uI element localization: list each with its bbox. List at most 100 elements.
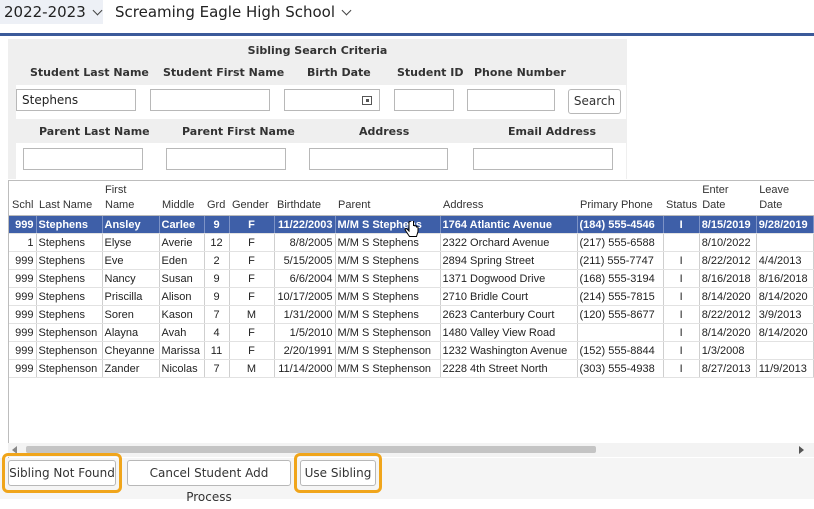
table-cell: M/M S Stephenson [335,341,441,360]
table-cell: 11/9/2013 [756,359,814,378]
table-cell: F [229,269,275,288]
table-header-row: Schl Last Name First Name Middle Grd Gender Bi… [9,181,814,216]
table-row[interactable]: 999 Stephens Soren Kason 7 M 1/31/2000 M/M S St… [9,305,814,324]
address-label: Address [359,125,410,138]
column-header[interactable]: Birthdate [274,181,335,216]
table-cell: 1764 Atlantic Avenue [440,215,578,234]
table-cell: M/M S Stephens [335,215,441,234]
table-cell: M [229,359,275,378]
column-header[interactable]: Leave Date [756,181,814,216]
table-cell: Zander [102,359,160,378]
chevron-down-icon [92,5,103,16]
table-cell: 1232 Washington Avenue [440,341,578,360]
year-selector[interactable]: 2022-2023 [0,0,103,24]
table-cell: 999 [9,323,37,342]
column-header[interactable]: Middle [159,181,204,216]
table-cell: I [663,269,700,288]
table-cell: Carlee [159,215,205,234]
table-cell: 999 [9,251,37,270]
use-sibling-button[interactable]: Use Sibling [300,460,376,486]
table-cell: Elyse [102,233,160,252]
column-header[interactable]: Parent [335,181,440,216]
table-cell: Stephens [36,287,103,306]
table-cell: (168) 555-3194 [577,269,664,288]
table-cell: (120) 555-8677 [577,305,664,324]
phone-number-input[interactable] [467,89,555,111]
sibling-not-found-button[interactable]: Sibling Not Found [8,460,116,486]
table-row[interactable]: 999 Stephenson Zander Nicolas 7 M 11/14/2000 M/… [9,359,814,378]
table-cell: M/M S Stephens [335,305,441,324]
table-cell: I [663,359,700,378]
table-row[interactable]: 999 Stephenson Alayna Avah 4 F 1/5/2010 M/M S S… [9,323,814,342]
column-header[interactable]: Enter Date [699,181,757,216]
table-cell: Avah [159,323,205,342]
table-cell: M/M S Stephens [335,233,441,252]
search-button[interactable]: Search [568,89,621,114]
table-cell: 9 [204,287,230,306]
table-cell: M/M S Stephens [335,251,441,270]
scrollbar-thumb[interactable] [26,446,596,453]
student-id-input[interactable] [394,89,454,111]
table-cell: 999 [9,269,37,288]
table-row[interactable]: 999 Stephens Eve Eden 2 F 5/15/2005 M/M S Steph… [9,251,814,270]
column-header[interactable]: Schl [9,181,36,216]
table-cell: 999 [9,287,37,306]
table-cell: Eden [159,251,205,270]
email-address-input[interactable] [473,148,613,170]
criteria-title: Sibling Search Criteria [247,44,388,57]
table-cell: 11 [204,341,230,360]
school-selector[interactable]: Screaming Eagle High School [115,0,352,24]
column-header[interactable]: Gender [229,181,274,216]
table-cell: (303) 555-4938 [577,359,664,378]
scroll-right-icon[interactable] [799,446,804,454]
table-cell: F [229,251,275,270]
table-cell: (214) 555-7815 [577,287,664,306]
column-header[interactable]: Address [440,181,577,216]
table-cell: 999 [9,359,37,378]
birth-date-label: Birth Date [307,66,371,79]
table-cell: 8/10/2022 [699,233,757,252]
table-cell: Alison [159,287,205,306]
table-cell: 8/27/2013 [699,359,757,378]
table-cell: F [229,341,275,360]
student-first-name-input[interactable] [150,89,270,111]
column-header[interactable]: Grd [204,181,229,216]
parent-last-name-input[interactable] [23,148,143,170]
table-cell: M/M S Stephens [335,269,441,288]
student-last-name-input[interactable]: Stephens [16,89,136,111]
table-cell: 2 [204,251,230,270]
column-header[interactable]: First Name [102,181,159,216]
column-header[interactable]: Last Name [36,181,102,216]
table-row[interactable]: 999 Stephenson Cheyanne Marissa 11 F 2/20/1991… [9,341,814,360]
table-row[interactable]: 999 Stephens Priscilla Alison 9 F 10/17/2005 M/… [9,287,814,306]
table-cell: Stephens [36,269,103,288]
table-cell: 8/14/2020 [756,323,814,342]
horizontal-scrollbar[interactable] [8,443,814,457]
table-cell: M/M S Stephens [335,287,441,306]
table-cell: 8/8/2005 [274,233,336,252]
table-cell: Eve [102,251,160,270]
table-row[interactable]: 999 Stephens Nancy Susan 9 F 6/6/2004 M/M S Ste… [9,269,814,288]
address-input[interactable] [309,148,448,170]
table-cell: Stephens [36,305,103,324]
cancel-student-add-button[interactable]: Cancel Student Add Process [127,460,291,504]
table-cell: Stephens [36,251,103,270]
table-cell: 4 [204,323,230,342]
calendar-icon[interactable] [362,96,372,105]
column-header[interactable]: Primary Phone [577,181,663,216]
table-cell: M/M S Stephenson [335,359,441,378]
table-cell: Averie [159,233,205,252]
table-cell: 2/20/1991 [274,341,336,360]
table-cell [756,233,814,252]
table-cell: I [663,215,700,234]
column-header[interactable]: Status [663,181,700,216]
table-cell: 11/14/2000 [274,359,336,378]
table-cell: Marissa [159,341,205,360]
parent-first-name-input[interactable] [166,148,286,170]
table-cell: Priscilla [102,287,160,306]
table-cell: Cheyanne [102,341,160,360]
table-cell: 999 [9,305,37,324]
table-cell: 8/22/2012 [699,251,757,270]
table-cell: 2710 Bridle Court [440,287,578,306]
table-cell: 1 [9,233,37,252]
